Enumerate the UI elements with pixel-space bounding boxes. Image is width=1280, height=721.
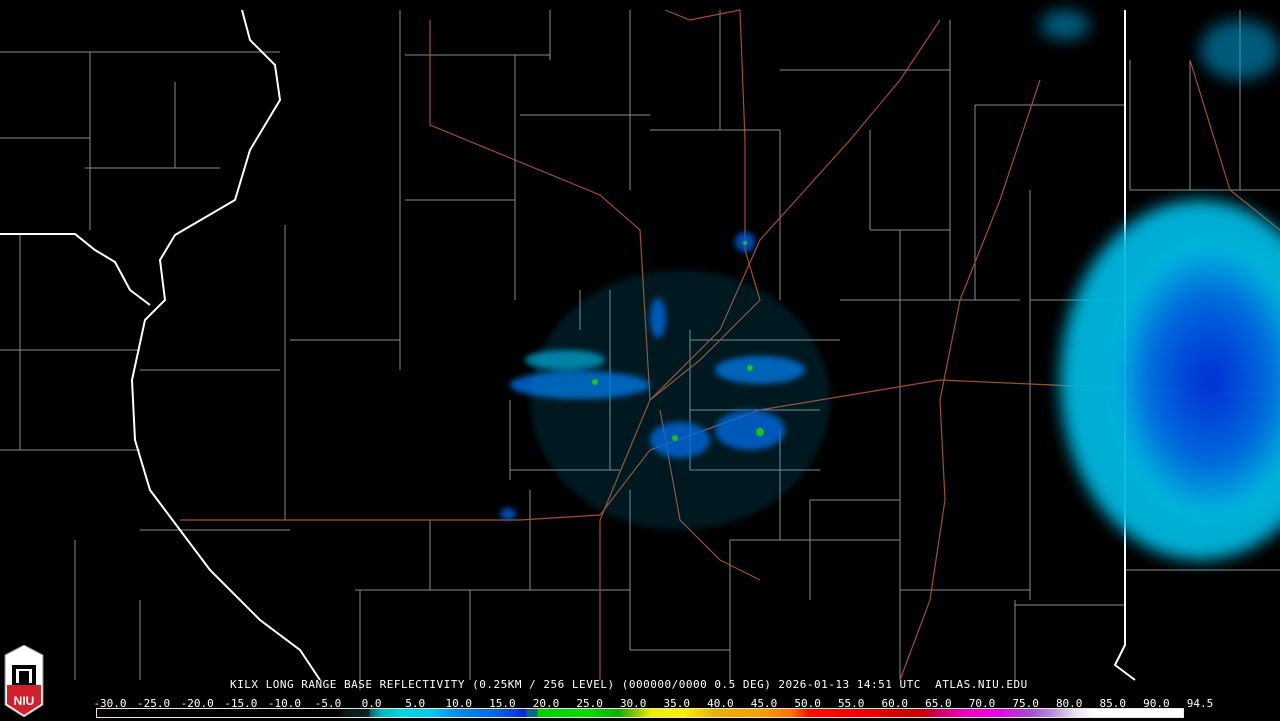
svg-text:NIU: NIU (14, 694, 35, 708)
radar-map (0, 9, 1280, 690)
colorbar-label: 94.5 (1186, 697, 1214, 710)
reflectivity-colorbar (96, 708, 1184, 718)
niu-logo: NIU (3, 644, 45, 718)
product-caption: KILX LONG RANGE BASE REFLECTIVITY (0.25K… (230, 678, 1028, 691)
